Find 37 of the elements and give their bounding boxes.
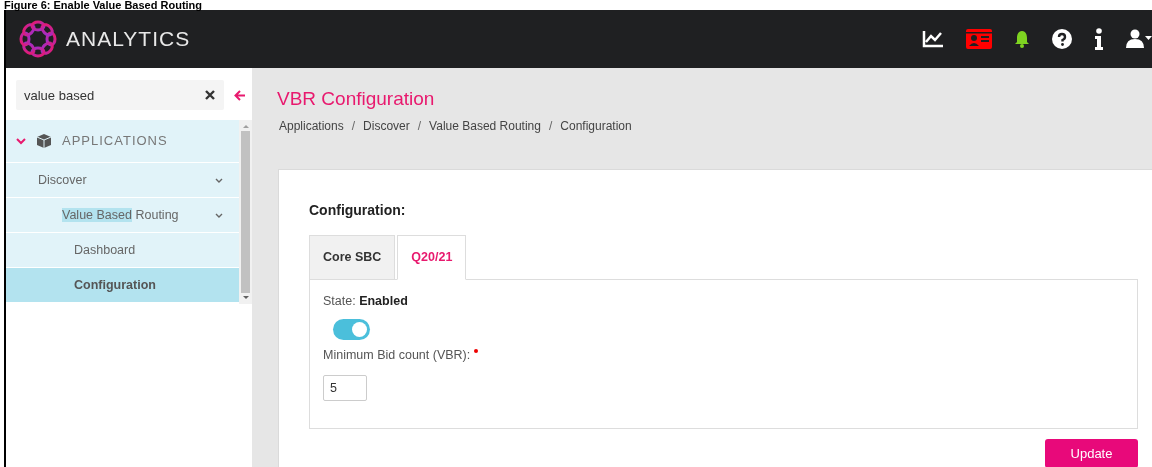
page-title: VBR Configuration [276,87,436,111]
field-label: Minimum Bid count (VBR): [323,345,479,365]
breadcrumb-separator: / [417,118,422,135]
chevron-down-icon[interactable] [215,177,223,183]
brand-name: ANALYTICS [66,26,191,53]
tab[interactable]: Core SBC [309,235,396,280]
toggle-switch[interactable] [333,318,370,340]
help-icon[interactable] [1052,29,1072,49]
breadcrumb-link[interactable]: Applications [279,117,344,135]
search-field[interactable]: value based [16,80,224,110]
tree-item[interactable]: Value Based Routing [6,198,239,233]
user-menu-icon[interactable] [1126,29,1152,49]
back-arrow-icon[interactable] [234,89,246,101]
update-button[interactable]: Update [1045,439,1138,467]
breadcrumb-separator: / [548,118,553,135]
tree-item[interactable]: APPLICATIONS [6,120,239,163]
scrollbar[interactable] [239,120,252,304]
line-chart-icon[interactable] [922,30,944,48]
tree-item[interactable]: Dashboard [6,233,239,268]
state-text: State: Enabled [323,293,408,310]
breadcrumb-separator: / [351,118,356,135]
info-icon[interactable] [1094,28,1104,50]
bid-count-field[interactable]: 5 [323,374,367,401]
tree-item[interactable]: Configuration [6,268,239,303]
tree-item[interactable]: Discover [6,163,239,198]
figure-caption: Figure 6: Enable Value Based Routing [3,0,204,10]
id-card-icon[interactable] [966,29,992,49]
cube-icon [36,133,52,149]
chevron-down-icon[interactable] [215,212,223,218]
ring-logo-icon [18,19,58,59]
section-heading: Configuration: [309,201,407,220]
breadcrumb-link[interactable]: Discover [363,117,410,135]
chevron-down-icon [16,137,26,145]
close-icon[interactable] [205,90,215,100]
tab[interactable]: Q20/21 [397,235,467,280]
bell-icon[interactable] [1014,30,1030,48]
breadcrumb-link[interactable]: Value Based Routing [429,117,541,135]
